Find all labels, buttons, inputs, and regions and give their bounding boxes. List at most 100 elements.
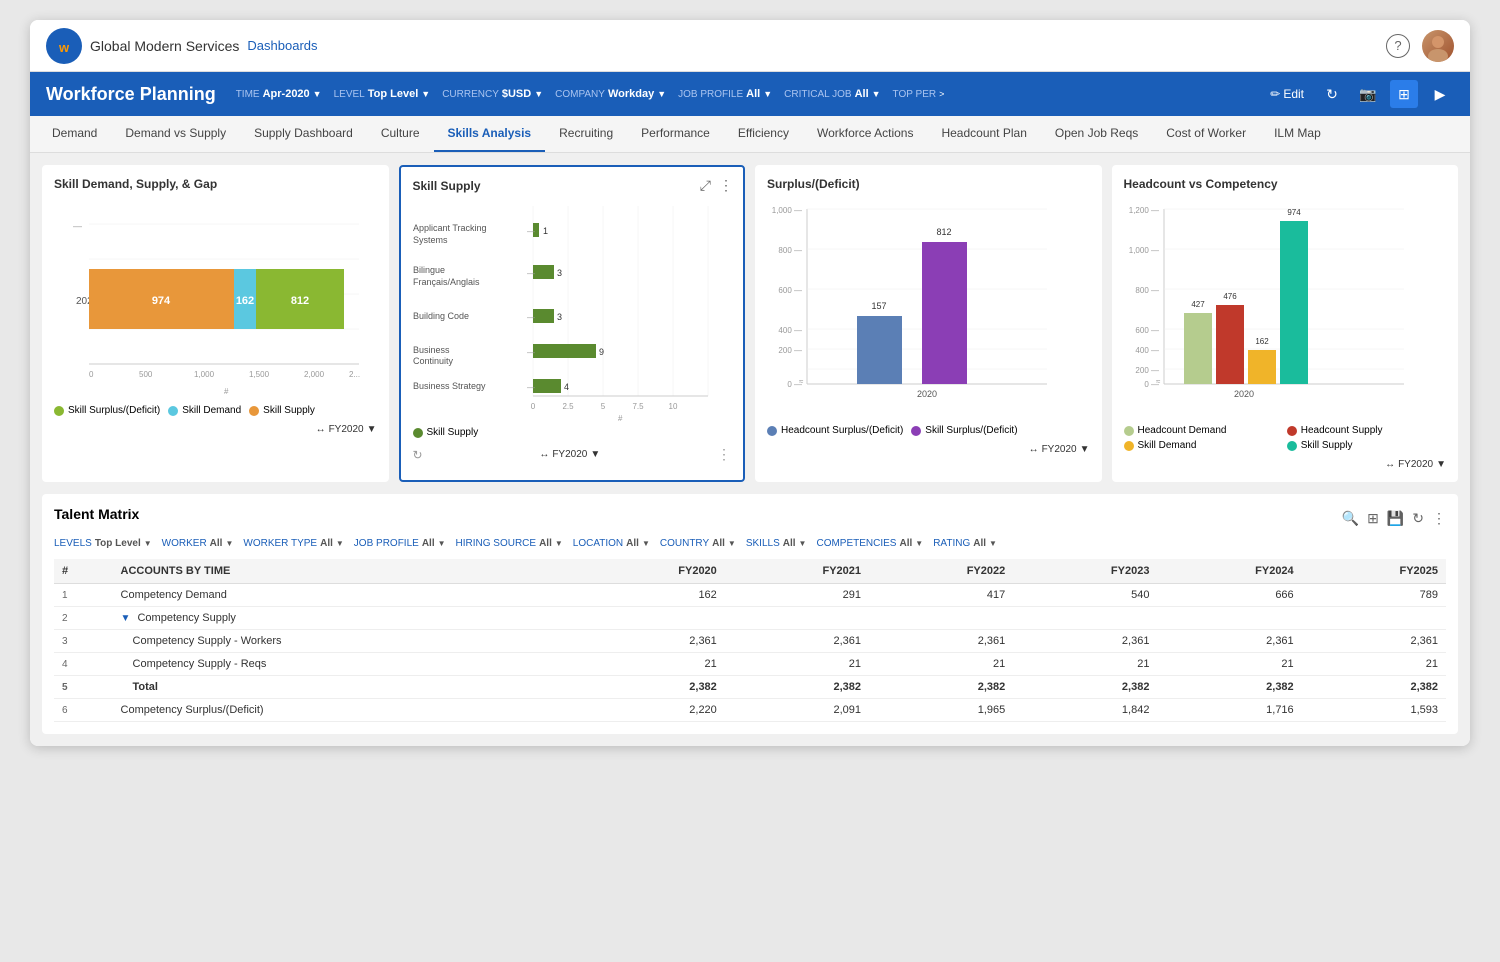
refresh-button[interactable]: ↻ <box>1318 80 1346 108</box>
search-icon[interactable]: 🔍 <box>1342 510 1359 527</box>
legend-skill-supply-4: Skill Supply <box>1287 440 1446 451</box>
svg-text:5: 5 <box>600 402 605 411</box>
edit-button[interactable]: ✏ Edit <box>1264 84 1310 104</box>
filter-job-profile[interactable]: JOB PROFILE All ▼ <box>678 88 772 100</box>
svg-text:974: 974 <box>1287 208 1301 217</box>
chart2-footer: ↻ ↔ FY2020 ▼ ⋮ <box>413 446 732 463</box>
cell-fy2024: 1,716 <box>1157 699 1301 722</box>
row-label: Competency Surplus/(Deficit) <box>113 699 581 722</box>
tab-culture[interactable]: Culture <box>367 116 434 153</box>
dashboards-link[interactable]: Dashboards <box>247 38 317 53</box>
table-row: 1 Competency Demand 162 291 417 540 666 … <box>54 584 1446 607</box>
cell-fy2025: 789 <box>1302 584 1446 607</box>
svg-text:—: — <box>527 313 535 322</box>
cell-fy2022: 417 <box>869 584 1013 607</box>
tab-workforce-actions[interactable]: Workforce Actions <box>803 116 927 153</box>
chart4-footer: ↔ FY2020 ▼ <box>1124 459 1447 470</box>
col-fy2021: FY2021 <box>725 559 869 584</box>
cell-fy2020: 21 <box>581 653 725 676</box>
cell-fy2020: 2,361 <box>581 630 725 653</box>
header-bar: Workforce Planning TIME Apr-2020 ▼ LEVEL… <box>30 72 1470 116</box>
cell-fy2020: 162 <box>581 584 725 607</box>
svg-text:812: 812 <box>936 227 951 237</box>
filter-location[interactable]: LOCATION All ▼ <box>573 538 650 549</box>
col-fy2023: FY2023 <box>1013 559 1157 584</box>
top-nav: w Global Modern Services Dashboards ? <box>30 20 1470 72</box>
tab-supply-dashboard[interactable]: Supply Dashboard <box>240 116 367 153</box>
tab-demand-vs-supply[interactable]: Demand vs Supply <box>111 116 240 153</box>
chart2-actions[interactable]: ⤢ ⋮ <box>700 177 733 194</box>
tab-demand[interactable]: Demand <box>38 116 111 153</box>
chart2-svg: Applicant Tracking Systems 1 — Bilingue … <box>413 201 713 421</box>
cell-fy2021: 2,382 <box>725 676 869 699</box>
filter-level[interactable]: LEVEL Top Level ▼ <box>334 88 431 100</box>
chart4-title: Headcount vs Competency <box>1124 177 1447 191</box>
table-filters-row: LEVELS Top Level ▼ WORKER All ▼ WORKER T… <box>54 538 1446 549</box>
cell-fy2023: 2,361 <box>1013 630 1157 653</box>
tab-cost-of-worker[interactable]: Cost of Worker <box>1152 116 1260 153</box>
export-icon[interactable]: ⊞ <box>1367 510 1379 527</box>
filter-competencies[interactable]: COMPETENCIES All ▼ <box>816 538 923 549</box>
cell-fy2023: 540 <box>1013 584 1157 607</box>
video-button[interactable]: ▶ <box>1426 80 1454 108</box>
filter-time[interactable]: TIME Apr-2020 ▼ <box>236 88 322 100</box>
filter-country[interactable]: COUNTRY All ▼ <box>660 538 736 549</box>
grid-view-button[interactable]: ⊞ <box>1390 80 1418 108</box>
chart4-fy-selector[interactable]: ↔ FY2020 ▼ <box>1385 459 1446 470</box>
save-icon[interactable]: 💾 <box>1387 510 1404 527</box>
svg-text:≈: ≈ <box>1156 377 1161 386</box>
chart1-fy-selector[interactable]: ↔ FY2020 ▼ <box>316 424 377 435</box>
chart1-svg: — 2020 <box>54 199 364 399</box>
chart3-fy-selector[interactable]: ↔ FY2020 ▼ <box>1029 444 1090 455</box>
filter-worker-type[interactable]: WORKER TYPE All ▼ <box>243 538 343 549</box>
chart2-area: Applicant Tracking Systems 1 — Bilingue … <box>413 201 732 421</box>
row-label: Total <box>113 676 581 699</box>
cell-fy2025: 1,593 <box>1302 699 1446 722</box>
filter-rating[interactable]: RATING All ▼ <box>933 538 997 549</box>
tab-headcount-plan[interactable]: Headcount Plan <box>927 116 1040 153</box>
chart2-fy-selector[interactable]: ↔ FY2020 ▼ <box>539 449 600 460</box>
refresh-table-icon[interactable]: ↻ <box>1412 510 1424 527</box>
filter-currency[interactable]: CURRENCY $USD ▼ <box>442 88 543 100</box>
filter-job-profile-table[interactable]: JOB PROFILE All ▼ <box>354 538 446 549</box>
tab-skills-analysis[interactable]: Skills Analysis <box>434 116 546 153</box>
legend-skill-supply: Skill Supply <box>249 405 315 416</box>
row-label: Competency Supply - Workers <box>113 630 581 653</box>
col-fy2025: FY2025 <box>1302 559 1446 584</box>
chart-skill-demand-supply-gap: Skill Demand, Supply, & Gap — <box>42 165 389 482</box>
filter-worker[interactable]: WORKER All ▼ <box>162 538 234 549</box>
filter-top-per[interactable]: TOP PER > <box>893 89 945 100</box>
tab-ilm-map[interactable]: ILM Map <box>1260 116 1335 153</box>
filter-levels[interactable]: LEVELS Top Level ▼ <box>54 538 152 549</box>
svg-text:162: 162 <box>236 295 254 307</box>
more-options-icon[interactable]: ⋮ <box>1432 510 1446 527</box>
filter-skills[interactable]: SKILLS All ▼ <box>746 538 807 549</box>
tab-performance[interactable]: Performance <box>627 116 724 153</box>
help-icon[interactable]: ? <box>1386 34 1410 58</box>
svg-text:7.5: 7.5 <box>632 402 644 411</box>
talent-matrix-section: Talent Matrix 🔍 ⊞ 💾 ↻ ⋮ LEVELS Top Level… <box>42 494 1458 734</box>
chart2-refresh[interactable]: ↻ <box>413 448 423 462</box>
tab-efficiency[interactable]: Efficiency <box>724 116 803 153</box>
svg-text:1,000: 1,000 <box>194 370 215 379</box>
tab-recruiting[interactable]: Recruiting <box>545 116 627 153</box>
chart-skill-supply: Skill Supply ⤢ ⋮ <box>399 165 746 482</box>
chart-surplus-deficit: Surplus/(Deficit) <box>755 165 1102 482</box>
chart3-title: Surplus/(Deficit) <box>767 177 1090 191</box>
cell-fy2021: 2,091 <box>725 699 869 722</box>
camera-button[interactable]: 📷 <box>1354 80 1382 108</box>
filter-critical-job[interactable]: CRITICAL JOB All ▼ <box>784 88 880 100</box>
filter-hiring-source[interactable]: HIRING SOURCE All ▼ <box>456 538 563 549</box>
filter-company[interactable]: COMPANY Workday ▼ <box>555 88 666 100</box>
tab-open-job-reqs[interactable]: Open Job Reqs <box>1041 116 1152 153</box>
menu-icon[interactable]: ⋮ <box>719 177 733 194</box>
talent-matrix-title: Talent Matrix <box>54 506 139 522</box>
chart2-more[interactable]: ⋮ <box>717 446 731 463</box>
table-row: 2 ▼ Competency Supply <box>54 607 1446 630</box>
expand-icon[interactable]: ⤢ <box>700 177 711 194</box>
legend-headcount-surplus: Headcount Surplus/(Deficit) <box>767 425 903 436</box>
svg-text:974: 974 <box>152 295 171 307</box>
user-avatar[interactable] <box>1422 30 1454 62</box>
row-num: 3 <box>54 630 113 653</box>
svg-text:Applicant Tracking: Applicant Tracking <box>413 223 487 233</box>
